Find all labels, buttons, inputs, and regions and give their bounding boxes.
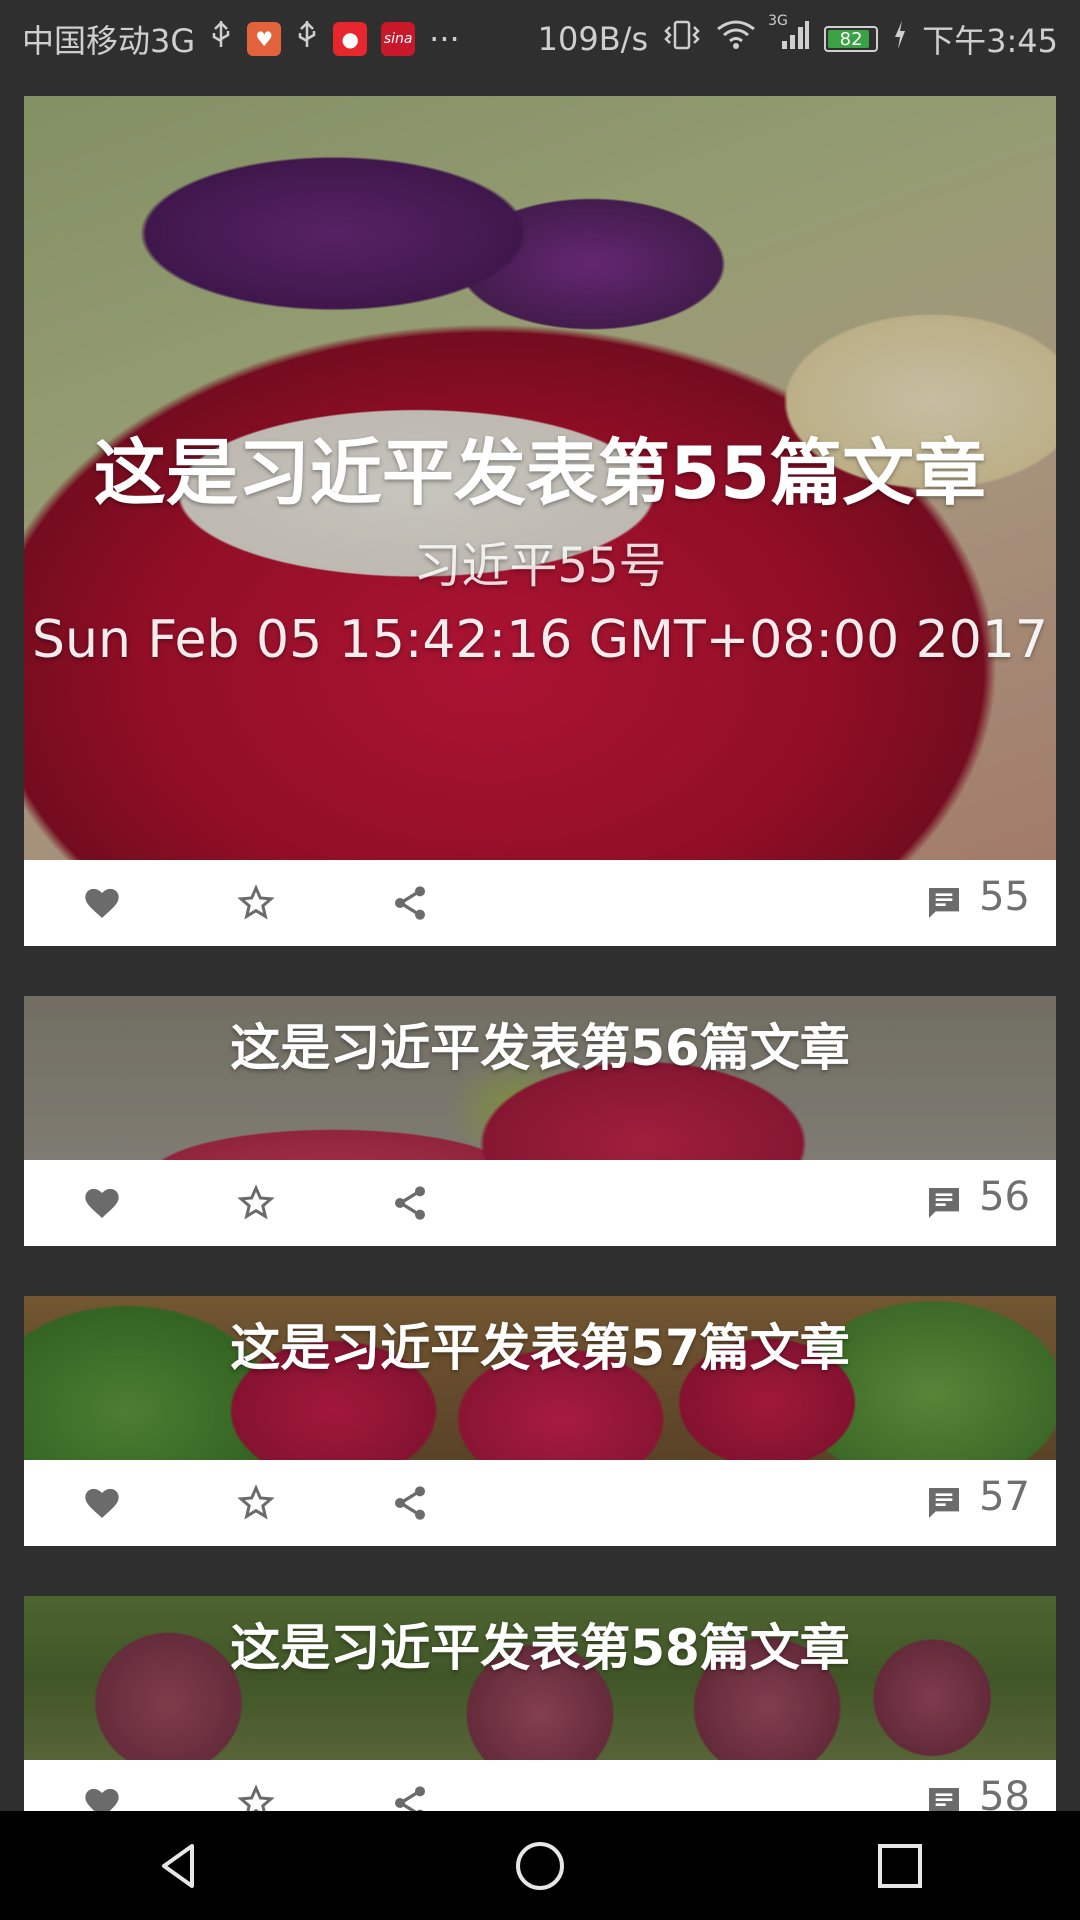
heart-icon[interactable]	[80, 1481, 124, 1525]
comment-icon[interactable]	[922, 1781, 966, 1811]
status-bar-right: 109B/s 3G 82 下午3:45	[537, 13, 1058, 62]
article-cover-image[interactable]: 这是习近平发表第58篇文章	[24, 1596, 1056, 1760]
carrier-label: 中国移动3G	[22, 22, 196, 60]
star-icon[interactable]	[234, 1181, 278, 1225]
comment-count: 56	[979, 1174, 1030, 1220]
heart-icon[interactable]	[80, 881, 124, 925]
status-bar-left: 中国移动3G ♥ ● sina ···	[22, 16, 460, 62]
app-icon: ♥	[247, 22, 282, 56]
article-cover-image[interactable]: 这是习近平发表第57篇文章	[24, 1296, 1056, 1460]
clock: 下午3:45	[922, 22, 1058, 60]
card-action-bar: 56	[24, 1160, 1056, 1246]
article-author: 习近平55号	[413, 538, 667, 594]
article-title: 这是习近平发表第56篇文章	[230, 1019, 850, 1077]
card-action-bar: 58	[24, 1760, 1056, 1811]
charging-icon	[892, 19, 908, 59]
weibo-icon: ●	[333, 22, 368, 56]
star-icon[interactable]	[234, 1481, 278, 1525]
battery-icon: 82	[824, 26, 879, 52]
recents-icon[interactable]	[840, 1811, 960, 1920]
card-action-bar: 57	[24, 1460, 1056, 1546]
comment-icon[interactable]	[922, 1181, 966, 1225]
article-title: 这是习近平发表第55篇文章	[93, 431, 987, 515]
share-icon[interactable]	[388, 1181, 432, 1225]
article-card[interactable]: 这是习近平发表第55篇文章 习近平55号 Sun Feb 05 15:42:16…	[24, 96, 1056, 946]
share-icon[interactable]	[388, 1481, 432, 1525]
article-card[interactable]: 这是习近平发表第56篇文章 56	[24, 996, 1056, 1246]
heart-icon[interactable]	[80, 1181, 124, 1225]
article-title: 这是习近平发表第57篇文章	[230, 1319, 850, 1377]
comment-count: 57	[979, 1474, 1030, 1520]
sina-icon: sina	[381, 22, 416, 56]
system-nav-bar	[0, 1811, 1080, 1920]
comment-icon[interactable]	[922, 1481, 966, 1525]
article-cover-image[interactable]: 这是习近平发表第55篇文章 习近平55号 Sun Feb 05 15:42:16…	[24, 96, 1056, 860]
net-speed: 109B/s	[537, 20, 649, 58]
article-card[interactable]: 这是习近平发表第58篇文章 58	[24, 1596, 1056, 1811]
comment-icon[interactable]	[922, 881, 966, 925]
more-indicator: ···	[429, 20, 460, 58]
signal-type-label: 3G	[768, 13, 788, 29]
home-icon[interactable]	[480, 1811, 600, 1920]
usb-icon	[209, 19, 233, 59]
signal-icon: 3G	[768, 13, 810, 59]
wifi-icon	[716, 19, 756, 59]
comment-count: 58	[979, 1774, 1030, 1811]
article-cover-image[interactable]: 这是习近平发表第56篇文章	[24, 996, 1056, 1160]
heart-icon[interactable]	[80, 1781, 124, 1811]
vibrate-icon	[662, 19, 702, 59]
battery-level: 82	[839, 28, 863, 50]
comment-count: 55	[979, 874, 1030, 920]
status-bar: 中国移动3G ♥ ● sina ··· 109B/s 3G 82 下午3:45	[0, 0, 1080, 78]
share-icon[interactable]	[388, 1781, 432, 1811]
back-icon[interactable]	[120, 1811, 240, 1920]
card-action-bar: 55	[24, 860, 1056, 946]
article-date: Sun Feb 05 15:42:16 GMT+08:00 2017	[31, 610, 1049, 670]
star-icon[interactable]	[234, 881, 278, 925]
usb-icon	[295, 19, 319, 59]
share-icon[interactable]	[388, 881, 432, 925]
article-title: 这是习近平发表第58篇文章	[230, 1619, 850, 1677]
star-icon[interactable]	[234, 1781, 278, 1811]
article-feed[interactable]: 这是习近平发表第55篇文章 习近平55号 Sun Feb 05 15:42:16…	[0, 78, 1080, 1811]
article-card[interactable]: 这是习近平发表第57篇文章 57	[24, 1296, 1056, 1546]
